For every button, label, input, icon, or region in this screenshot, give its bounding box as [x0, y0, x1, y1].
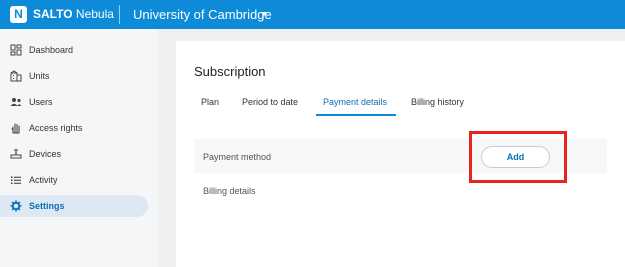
sidebar-item-label: Access rights: [29, 123, 83, 133]
tab-payment-details[interactable]: Payment details: [323, 97, 387, 108]
sidebar-item-users[interactable]: Users: [0, 91, 148, 113]
tab-period-to-date[interactable]: Period to date: [242, 97, 298, 108]
sidebar-item-activity[interactable]: Activity: [0, 169, 148, 191]
active-tab-indicator: [316, 114, 396, 116]
brand-name: SALTO Nebula: [33, 7, 114, 22]
dashboard-icon: [10, 44, 22, 56]
list-icon: [11, 176, 21, 184]
sidebar-item-access-rights[interactable]: Access rights: [0, 117, 148, 139]
building-icon: [10, 70, 22, 82]
sidebar-item-label: Settings: [29, 201, 65, 211]
device-icon: [10, 149, 22, 159]
hand-icon: [11, 123, 20, 134]
topbar-divider: [119, 5, 120, 24]
top-bar: N SALTO Nebula University of Cambridge: [0, 0, 625, 29]
nebula-logo[interactable]: N: [10, 6, 27, 23]
brand-rest: Nebula: [72, 7, 114, 21]
users-icon: [10, 98, 22, 106]
payment-method-label: Payment method: [203, 152, 272, 162]
sidebar-item-label: Users: [29, 97, 53, 107]
page-title: Subscription: [194, 64, 266, 79]
organization-selector[interactable]: University of Cambridge: [133, 6, 272, 23]
billing-details-label: Billing details: [203, 186, 256, 196]
tab-billing-history[interactable]: Billing history: [411, 97, 464, 108]
highlight-box: [469, 131, 567, 183]
sidebar-item-label: Devices: [29, 149, 62, 159]
sidebar-item-label: Activity: [29, 175, 58, 185]
sidebar-item-settings[interactable]: Settings: [0, 195, 148, 217]
sidebar-item-units[interactable]: Units: [0, 65, 148, 87]
chevron-down-icon[interactable]: [261, 12, 267, 16]
brand-strong: SALTO: [33, 7, 73, 21]
sidebar-item-label: Dashboard: [29, 45, 74, 55]
gear-icon: [10, 200, 22, 212]
sidebar-item-devices[interactable]: Devices: [0, 143, 148, 165]
sidebar-item-label: Units: [29, 71, 50, 81]
sidebar-item-dashboard[interactable]: Dashboard: [0, 39, 148, 61]
tab-plan[interactable]: Plan: [201, 97, 219, 108]
